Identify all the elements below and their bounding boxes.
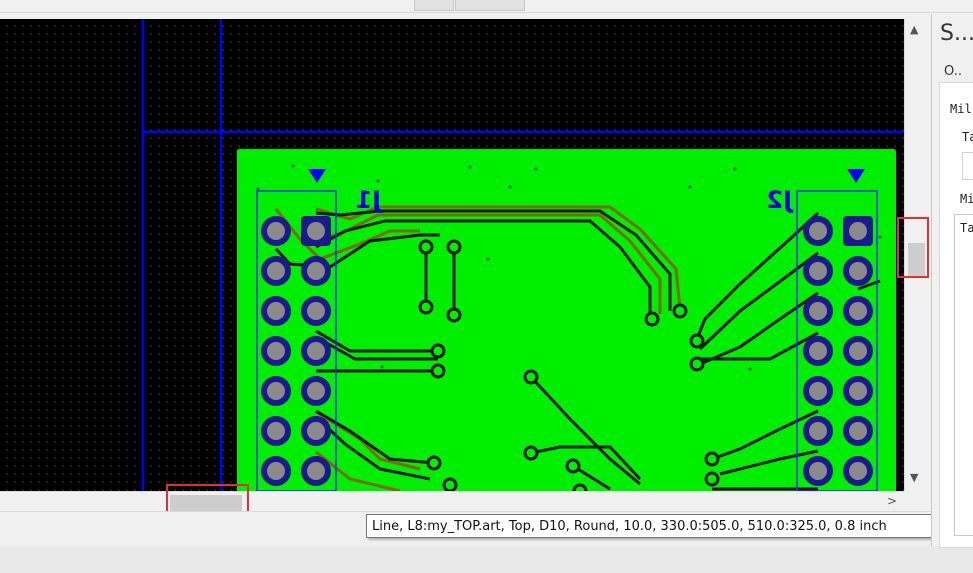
via [689,356,705,372]
bottom-bar [0,546,973,573]
via [644,311,660,327]
via [446,239,462,255]
chevron-down-icon[interactable]: ▼ [910,471,918,484]
pad-drill [809,382,827,400]
chevron-right-icon[interactable]: > [887,494,897,508]
pad-drill [307,342,325,360]
pad-drill [267,462,285,480]
pad-drill [849,262,867,280]
pad-drill [809,222,827,240]
via [704,471,720,487]
pad-drill [307,382,325,400]
via [418,299,434,315]
highlight-vertical-thumb [897,217,929,278]
silk-label-j2: J2 [766,186,794,214]
pad-drill [307,262,325,280]
via [689,333,705,349]
via [523,445,539,461]
via [430,343,446,359]
side-panel-label: Mi [960,192,973,206]
side-panel-title: S... [940,21,973,46]
pad-drill [267,422,285,440]
via [523,369,539,385]
pad-drill [849,342,867,360]
horizontal-scrollbar[interactable]: > [0,491,904,512]
pad-drill [809,262,827,280]
via [418,239,434,255]
hover-tooltip: Line, L8:my_TOP.art, Top, D10, Round, 10… [366,514,936,538]
via [446,307,462,323]
pad-drill [267,262,285,280]
pad-drill [267,302,285,320]
pad-drill [849,302,867,320]
via [704,451,720,467]
via [430,363,446,379]
via [672,303,688,319]
pcb-layout: J1 J2 [141,19,904,491]
toolbar-tab[interactable] [455,0,525,11]
pad-drill [849,222,867,240]
pad-drill [267,222,285,240]
silk-label-j1: J1 [355,186,383,214]
chevron-up-icon[interactable]: ▲ [910,23,918,36]
via [565,458,581,474]
pcb-canvas[interactable]: J1 J2 [0,19,904,491]
pad-drill [307,462,325,480]
side-panel-label: Ta [962,130,973,144]
pad-drill [307,222,325,240]
side-panel-tab[interactable]: O.. [944,64,962,79]
textbox-text: Ta [960,221,973,235]
side-panel: S... O.. Mil Ta Mi Ta [931,14,973,548]
pad-drill [809,422,827,440]
side-panel-label: Mil [950,102,972,116]
pad-drill [267,342,285,360]
side-panel-textbox[interactable]: Ta [954,214,973,536]
pad-drill [267,382,285,400]
side-panel-input[interactable] [962,152,973,180]
toolbar-tab[interactable] [414,0,454,11]
pad-drill [809,342,827,360]
pad-drill [849,422,867,440]
top-toolbar-strip [0,0,973,13]
pad-drill [809,462,827,480]
pad-drill [307,422,325,440]
via [426,455,442,471]
via [442,477,458,491]
pad-drill [849,382,867,400]
pad-drill [849,462,867,480]
pad-drill [307,302,325,320]
pad-drill [809,302,827,320]
